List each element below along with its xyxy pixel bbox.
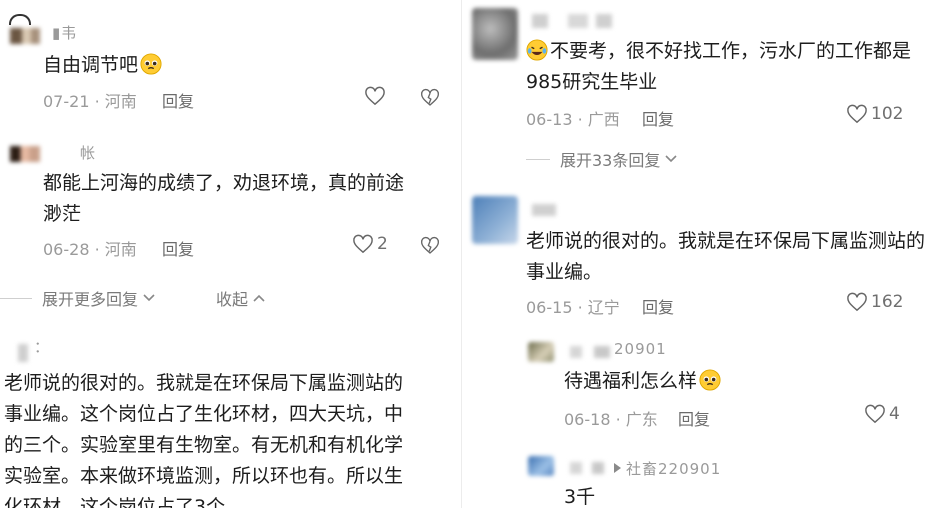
divider bbox=[0, 297, 32, 299]
pleading-face-icon bbox=[699, 369, 721, 391]
reply-button[interactable]: 回复 bbox=[162, 88, 194, 112]
username-redacted bbox=[570, 346, 610, 358]
chevron-down-icon bbox=[143, 294, 155, 302]
chevron-down-icon bbox=[665, 155, 677, 163]
avatar[interactable] bbox=[18, 344, 28, 362]
username-redacted bbox=[532, 14, 612, 28]
avatar[interactable] bbox=[10, 146, 40, 162]
post-text: 老师说的很对的。我就是在环保局下属监测站的 事业编。这个岗位占了生化环材，四大天… bbox=[4, 372, 404, 508]
avatar[interactable] bbox=[528, 342, 554, 362]
reply-button[interactable]: 回复 bbox=[642, 294, 674, 318]
heart-icon bbox=[365, 86, 385, 106]
headphone-icon bbox=[9, 14, 31, 25]
chevron-up-icon bbox=[253, 294, 265, 302]
right-comment-panel: 不要考，很不好找工作，污水厂的工作都是 985研究生毕业 06-13 · 广西 … bbox=[462, 0, 934, 508]
sub-reply-target-username[interactable]: 社畜220901 bbox=[626, 458, 721, 479]
like-button[interactable]: 4 bbox=[864, 404, 900, 424]
comment-username[interactable]: 帐 bbox=[80, 142, 96, 163]
dislike-heart-icon[interactable] bbox=[420, 236, 440, 255]
heart-icon bbox=[865, 404, 885, 424]
comment-text: 自由调节吧 bbox=[43, 50, 162, 81]
like-button[interactable]: 102 bbox=[846, 104, 903, 124]
comment-text: 都能上河海的成绩了，劝退环境，真的前途 渺茫 bbox=[43, 172, 405, 225]
comment-meta: 06-13 · 广西 bbox=[526, 110, 620, 129]
sub-reply-text: 3千 bbox=[564, 486, 596, 508]
reply-button[interactable]: 回复 bbox=[678, 406, 710, 430]
like-button[interactable] bbox=[364, 86, 389, 106]
heart-icon bbox=[847, 292, 867, 312]
heart-icon bbox=[847, 104, 867, 124]
avatar[interactable] bbox=[472, 8, 518, 60]
like-button[interactable]: 2 bbox=[352, 234, 388, 254]
dislike-heart-icon[interactable] bbox=[420, 88, 440, 107]
sub-reply-username[interactable]: 20901 bbox=[614, 340, 667, 358]
reply-button[interactable]: 回复 bbox=[642, 106, 674, 130]
username-redacted bbox=[532, 204, 556, 216]
divider bbox=[526, 158, 550, 160]
comment-meta: 06-28 · 河南 bbox=[43, 240, 137, 259]
expand-replies-button[interactable]: 展开33条回复 bbox=[526, 147, 678, 171]
comment-text: 不要考，很不好找工作，污水厂的工作都是 985研究生毕业 bbox=[526, 39, 912, 93]
comment-username[interactable]: ▮韦 bbox=[52, 22, 77, 43]
avatar[interactable] bbox=[528, 456, 554, 476]
heart-icon bbox=[353, 234, 373, 254]
avatar[interactable] bbox=[10, 28, 40, 44]
comment-text: 老师说的很对的。我就是在环保局下属监测站的 事业编。 bbox=[526, 230, 926, 283]
comment-meta: 06-15 · 辽宁 bbox=[526, 298, 620, 317]
like-button[interactable]: 162 bbox=[846, 292, 903, 312]
pleading-face-icon bbox=[140, 53, 162, 75]
sub-reply-meta: 06-18 · 广东 bbox=[564, 410, 658, 429]
avatar[interactable] bbox=[472, 196, 518, 244]
username-redacted bbox=[570, 462, 604, 474]
collapse-button[interactable]: 收起 bbox=[216, 286, 266, 310]
post-username[interactable]: ： bbox=[34, 336, 50, 357]
expand-more-replies-button[interactable]: 展开更多回复 bbox=[0, 286, 156, 310]
left-comment-panel: ▮韦 自由调节吧 07-21 · 河南 回复 帐 都能上河海的成绩了，劝退环境，… bbox=[0, 0, 462, 508]
laughing-crying-icon bbox=[526, 39, 548, 61]
reply-button[interactable]: 回复 bbox=[162, 236, 194, 260]
reply-arrow-icon bbox=[614, 463, 621, 473]
comment-meta: 07-21 · 河南 bbox=[43, 92, 137, 111]
sub-reply-text: 待遇福利怎么样 bbox=[564, 366, 721, 397]
